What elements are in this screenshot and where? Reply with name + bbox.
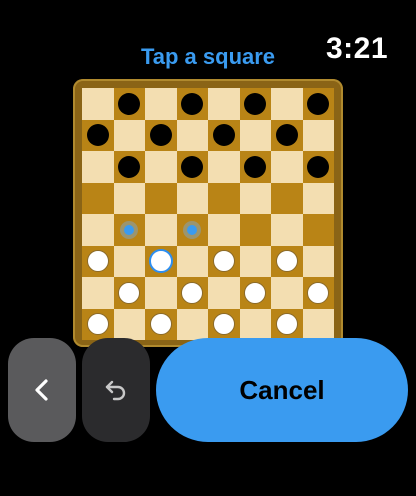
board-square[interactable] <box>113 151 145 183</box>
board-square[interactable] <box>208 182 240 214</box>
board-square[interactable] <box>176 245 208 277</box>
board-square[interactable] <box>239 308 271 340</box>
white-piece[interactable] <box>275 250 298 273</box>
board-square[interactable] <box>176 277 208 309</box>
board-square[interactable] <box>82 151 114 183</box>
black-piece[interactable] <box>307 92 330 115</box>
board-square[interactable] <box>113 88 145 120</box>
selected-white-piece[interactable] <box>148 249 173 274</box>
board-square[interactable] <box>239 214 271 246</box>
black-piece[interactable] <box>181 92 204 115</box>
board-square[interactable] <box>271 214 303 246</box>
move-hint-dot[interactable] <box>120 220 139 239</box>
black-piece[interactable] <box>118 92 141 115</box>
board-square[interactable] <box>239 88 271 120</box>
board-square[interactable] <box>145 214 177 246</box>
board-square[interactable] <box>208 88 240 120</box>
board-square[interactable] <box>239 277 271 309</box>
board-square[interactable] <box>145 245 177 277</box>
board-square[interactable] <box>302 151 334 183</box>
board-square[interactable] <box>239 119 271 151</box>
black-piece[interactable] <box>212 124 235 147</box>
board-square[interactable] <box>176 88 208 120</box>
white-piece[interactable] <box>118 281 141 304</box>
board-square[interactable] <box>302 182 334 214</box>
white-piece[interactable] <box>275 313 298 336</box>
board-square[interactable] <box>302 214 334 246</box>
white-piece[interactable] <box>244 281 267 304</box>
board-square[interactable] <box>145 151 177 183</box>
move-hint-dot[interactable] <box>183 220 202 239</box>
board-square[interactable] <box>208 151 240 183</box>
white-piece[interactable] <box>86 250 109 273</box>
board-square[interactable] <box>208 119 240 151</box>
black-piece[interactable] <box>118 155 141 178</box>
chevron-left-icon <box>32 378 52 402</box>
board-square[interactable] <box>82 119 114 151</box>
board-square[interactable] <box>208 214 240 246</box>
board-square[interactable] <box>176 182 208 214</box>
board-square[interactable] <box>113 182 145 214</box>
clock-time: 3:21 <box>325 32 388 65</box>
board-square[interactable] <box>302 119 334 151</box>
board-square[interactable] <box>239 182 271 214</box>
board-square[interactable] <box>176 119 208 151</box>
board-square[interactable] <box>82 308 114 340</box>
board-square[interactable] <box>239 245 271 277</box>
board-square[interactable] <box>145 182 177 214</box>
board-square[interactable] <box>176 151 208 183</box>
board-square[interactable] <box>271 182 303 214</box>
board-square[interactable] <box>145 88 177 120</box>
cancel-button[interactable]: Cancel <box>156 338 408 442</box>
board-square[interactable] <box>82 214 114 246</box>
board-square[interactable] <box>113 214 145 246</box>
black-piece[interactable] <box>275 124 298 147</box>
board-square[interactable] <box>82 182 114 214</box>
board-square[interactable] <box>208 308 240 340</box>
back-button[interactable] <box>8 338 76 442</box>
board-square[interactable] <box>113 119 145 151</box>
board-square[interactable] <box>271 151 303 183</box>
board-square[interactable] <box>145 119 177 151</box>
board-square[interactable] <box>176 308 208 340</box>
board-square[interactable] <box>271 308 303 340</box>
white-piece[interactable] <box>149 313 172 336</box>
board-square[interactable] <box>145 277 177 309</box>
board-square[interactable] <box>82 245 114 277</box>
black-piece[interactable] <box>149 124 172 147</box>
white-piece[interactable] <box>212 250 235 273</box>
board-square[interactable] <box>82 277 114 309</box>
undo-button[interactable] <box>82 338 150 442</box>
black-piece[interactable] <box>244 92 267 115</box>
board-square[interactable] <box>208 245 240 277</box>
board-square[interactable] <box>145 308 177 340</box>
board-square[interactable] <box>82 88 114 120</box>
black-piece[interactable] <box>86 124 109 147</box>
board-square[interactable] <box>302 245 334 277</box>
board-square[interactable] <box>271 277 303 309</box>
board-square[interactable] <box>239 151 271 183</box>
checkers-board[interactable] <box>82 88 334 340</box>
board-square[interactable] <box>176 214 208 246</box>
black-piece[interactable] <box>181 155 204 178</box>
white-piece[interactable] <box>181 281 204 304</box>
black-piece[interactable] <box>244 155 267 178</box>
white-piece[interactable] <box>212 313 235 336</box>
board-square[interactable] <box>113 308 145 340</box>
white-piece[interactable] <box>307 281 330 304</box>
white-piece[interactable] <box>86 313 109 336</box>
board-square[interactable] <box>271 88 303 120</box>
black-piece[interactable] <box>307 155 330 178</box>
board-square[interactable] <box>302 308 334 340</box>
undo-icon <box>103 378 129 402</box>
board-square[interactable] <box>271 119 303 151</box>
board-square[interactable] <box>113 245 145 277</box>
board-square[interactable] <box>113 277 145 309</box>
board-square[interactable] <box>302 277 334 309</box>
board-square[interactable] <box>302 88 334 120</box>
board-square[interactable] <box>271 245 303 277</box>
board-square[interactable] <box>208 277 240 309</box>
